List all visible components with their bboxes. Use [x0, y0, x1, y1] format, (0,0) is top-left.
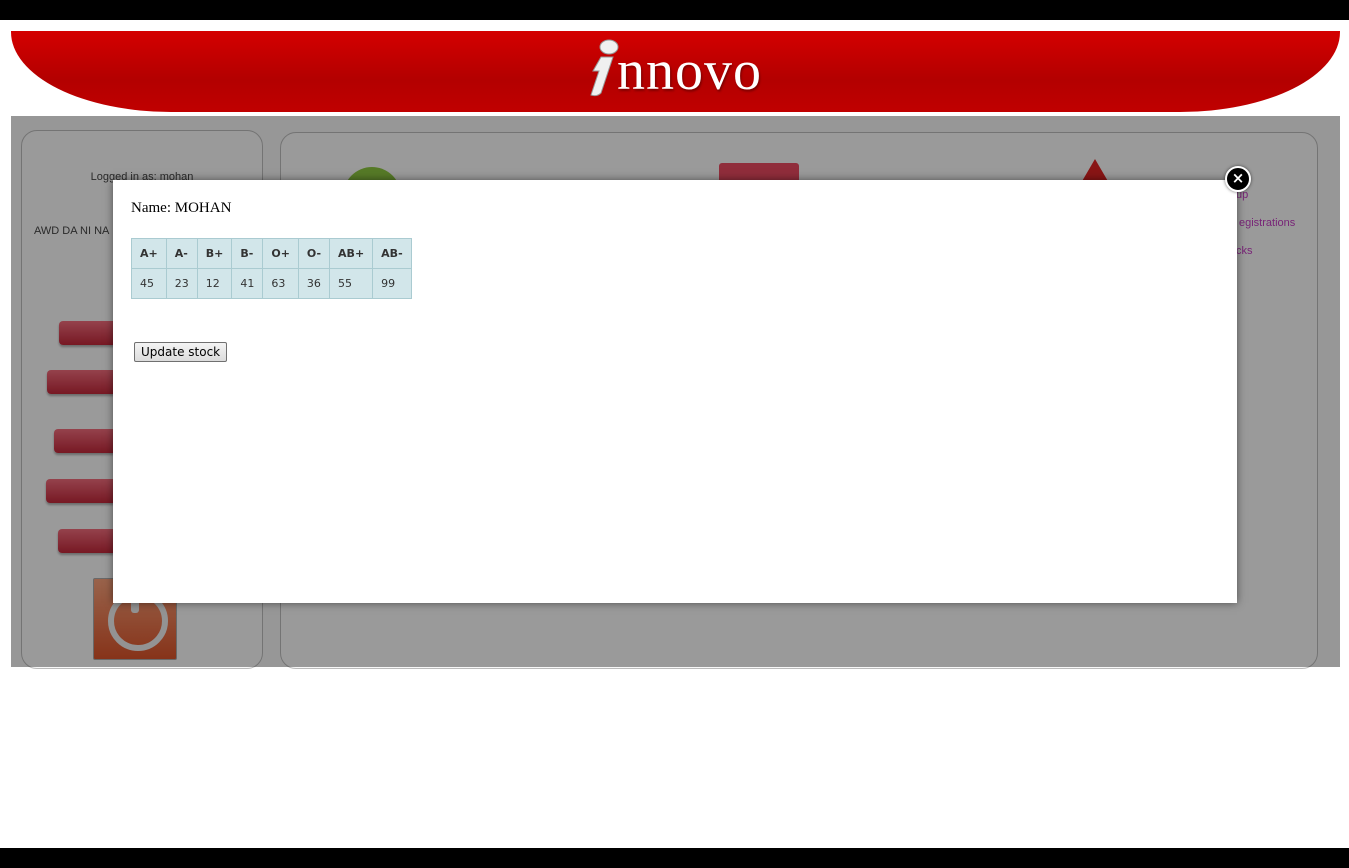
table-cell: 36: [297, 268, 331, 299]
table-header: A-: [165, 238, 198, 269]
logo: nnovo: [11, 31, 1340, 112]
table-cell: 55: [329, 268, 374, 299]
blood-stock-table: A+ A- B+ B- O+ O- AB+ AB- 45 23 12 41 63…: [131, 238, 412, 299]
bottom-black-bar: [0, 848, 1349, 868]
table-cell: 99: [372, 268, 412, 299]
close-icon[interactable]: ×: [1225, 166, 1251, 192]
table-header: O+: [262, 238, 299, 269]
table-header: B-: [231, 238, 264, 269]
donor-name: Name: MOHAN: [131, 200, 232, 216]
table-header: AB-: [372, 238, 412, 269]
update-stock-button[interactable]: Update stock: [134, 342, 228, 362]
top-black-bar: [0, 0, 1349, 20]
table-header: A+: [131, 238, 167, 269]
table-header: B+: [196, 238, 233, 269]
table-header: O-: [297, 238, 331, 269]
header-banner: nnovo: [11, 31, 1340, 112]
table-cell: 12: [196, 268, 233, 299]
logo-text: nnovo: [617, 40, 762, 102]
table-cell: 23: [165, 268, 198, 299]
table-cell: 45: [131, 268, 167, 299]
table-header: AB+: [329, 238, 374, 269]
table-cell: 63: [262, 268, 299, 299]
table-header-row: A+ A- B+ B- O+ O- AB+ AB-: [131, 238, 412, 269]
table-row: 45 23 12 41 63 36 55 99: [131, 268, 412, 299]
table-cell: 41: [231, 268, 264, 299]
stock-modal: Name: MOHAN A+ A- B+ B- O+ O- AB+ AB- 45…: [113, 180, 1237, 603]
